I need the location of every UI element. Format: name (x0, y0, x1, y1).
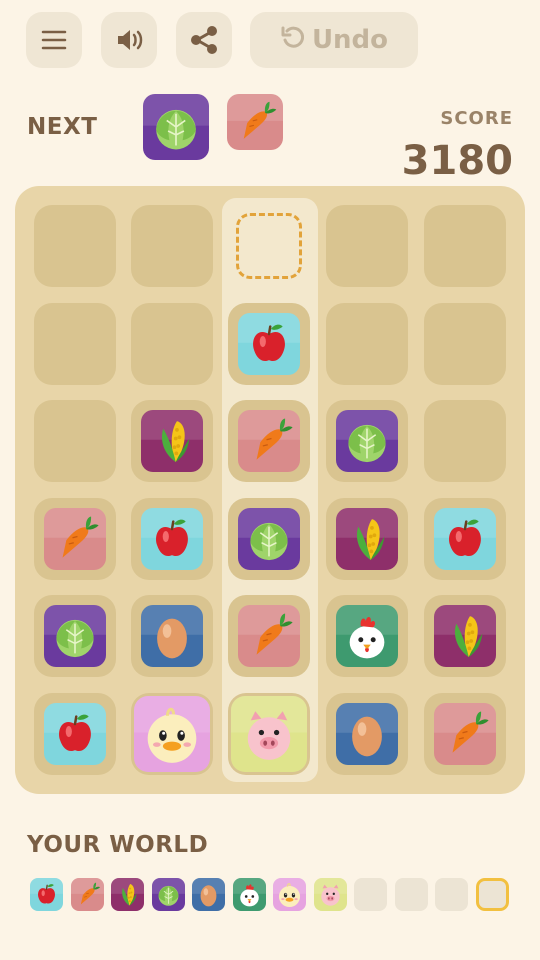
board-cell[interactable] (131, 498, 213, 580)
board-cell[interactable] (424, 205, 506, 287)
board-cell[interactable] (326, 595, 408, 677)
game-board[interactable] (15, 186, 525, 794)
corn-tile (141, 410, 203, 472)
board-cell[interactable] (326, 303, 408, 385)
carrot-tile (238, 410, 300, 472)
score-label: SCORE (440, 108, 513, 129)
apple-tile (141, 508, 203, 570)
board-cell[interactable] (34, 205, 116, 287)
board-cell[interactable] (228, 498, 310, 580)
carrot-tile (44, 508, 106, 570)
speaker-icon (115, 28, 143, 52)
board-cell[interactable] (34, 498, 116, 580)
board-cell[interactable] (326, 400, 408, 482)
board-cell[interactable] (131, 303, 213, 385)
board-cell[interactable] (424, 400, 506, 482)
board-cell[interactable] (228, 303, 310, 385)
egg-tile (336, 703, 398, 765)
drop-target-cell[interactable] (228, 205, 310, 287)
chicken-tile (336, 605, 398, 667)
corn-tile (434, 605, 496, 667)
world-slot-chicken (232, 878, 266, 911)
apple-tile (238, 313, 300, 375)
your-world-label: YOUR WORLD (27, 832, 209, 858)
cabbage-tile (336, 410, 398, 472)
board-cell[interactable] (34, 303, 116, 385)
chick-tile (134, 696, 210, 772)
board-cell[interactable] (131, 595, 213, 677)
board-cell[interactable] (228, 693, 310, 775)
board-cell[interactable] (131, 693, 213, 775)
cabbage-tile (44, 605, 106, 667)
world-slot-empty (354, 878, 387, 911)
share-icon (189, 25, 219, 55)
menu-icon (41, 29, 67, 51)
board-cell[interactable] (228, 400, 310, 482)
world-slot-pig (313, 878, 347, 911)
world-slot-empty (435, 878, 468, 911)
egg-tile (141, 605, 203, 667)
board-cell[interactable] (34, 595, 116, 677)
score-value: 3180 (401, 138, 513, 184)
world-slot-cabbage (151, 878, 185, 911)
undo-label: Undo (311, 25, 389, 55)
next-tile-cabbage (143, 94, 209, 160)
cabbage-tile (238, 508, 300, 570)
world-slot-empty (394, 878, 428, 911)
undo-button[interactable]: Undo (250, 12, 418, 68)
menu-button[interactable] (26, 12, 82, 68)
world-slot-egg (192, 878, 225, 911)
board-cell[interactable] (424, 303, 506, 385)
toolbar: Undo (26, 12, 446, 68)
board-cell[interactable] (34, 400, 116, 482)
world-slot-carrot (70, 878, 104, 911)
sound-button[interactable] (101, 12, 157, 68)
board-cell[interactable] (424, 595, 506, 677)
your-world-row (30, 878, 520, 912)
corn-tile (336, 508, 398, 570)
undo-icon (280, 25, 304, 56)
drop-target-outline (236, 213, 302, 279)
apple-tile (44, 703, 106, 765)
board-cell[interactable] (228, 595, 310, 677)
carrot-tile (238, 605, 300, 667)
world-slot-chick (273, 878, 306, 911)
apple-tile (434, 508, 496, 570)
board-cell[interactable] (424, 693, 506, 775)
carrot-tile (434, 703, 496, 765)
board-cell[interactable] (424, 498, 506, 580)
world-slot-apple (30, 878, 63, 911)
share-button[interactable] (176, 12, 232, 68)
next-label: NEXT (27, 114, 98, 140)
next-tile-carrot (227, 94, 283, 150)
world-slot-goal (475, 878, 509, 911)
board-cell[interactable] (34, 693, 116, 775)
world-slot-corn (111, 878, 144, 911)
board-cell[interactable] (326, 498, 408, 580)
board-cell[interactable] (131, 205, 213, 287)
board-cell[interactable] (326, 693, 408, 775)
board-cell[interactable] (131, 400, 213, 482)
board-cell[interactable] (326, 205, 408, 287)
pig-tile (231, 696, 307, 772)
